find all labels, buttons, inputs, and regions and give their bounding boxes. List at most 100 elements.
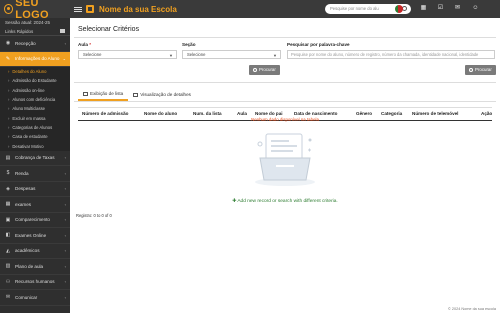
lesson-plan-icon: ▥ bbox=[5, 263, 11, 270]
income-icon: $ bbox=[6, 170, 10, 177]
submenu-item[interactable]: Categorias de Alunos bbox=[0, 123, 70, 132]
column-header[interactable]: Número de admissão bbox=[82, 111, 128, 116]
submenu-item[interactable]: Admissão do Estudante bbox=[0, 76, 70, 85]
school-name: Nome da sua Escola bbox=[99, 4, 177, 14]
logo-text: SEU LOGO bbox=[15, 0, 49, 21]
currency-selector[interactable]: USD bbox=[378, 0, 388, 18]
column-header[interactable]: Categoria bbox=[381, 111, 402, 116]
submenu-item[interactable]: Alunos com deficiência bbox=[0, 95, 70, 104]
sidebar-item-academics[interactable]: ◭ acadêmicos ‹ bbox=[0, 244, 70, 260]
exam-icon: ▦ bbox=[5, 201, 11, 208]
section-select[interactable]: Selecione ▼ bbox=[182, 50, 281, 59]
column-header[interactable]: Aula bbox=[237, 111, 247, 116]
chevron-left-icon: ‹ bbox=[64, 232, 66, 238]
quick-links-icon[interactable] bbox=[60, 29, 65, 33]
submenu-item[interactable]: Aluno Multiclasse bbox=[0, 104, 70, 113]
class-select[interactable]: Selecione ▼ bbox=[78, 50, 177, 59]
global-search-placeholder: Pesquise por nome do alu bbox=[330, 6, 379, 11]
submenu-item[interactable]: Desativar Motivo bbox=[0, 141, 70, 150]
expense-icon: ◈ bbox=[6, 185, 10, 192]
empty-state-illustration-icon bbox=[255, 133, 315, 186]
tab-list-view[interactable]: Exibição de lista bbox=[78, 89, 129, 101]
reception-icon: ◉ bbox=[5, 40, 11, 47]
footer-copyright: © 2024 Nome da sua escola bbox=[448, 307, 496, 311]
column-header[interactable]: Número de telemóvel bbox=[412, 111, 458, 116]
column-header[interactable]: Data de nascimento bbox=[294, 111, 337, 116]
sidebar-item-student-info[interactable]: ✎ Informações do Aluno ⌄ bbox=[0, 51, 70, 67]
search-by-class-button[interactable]: Procurar bbox=[249, 65, 280, 75]
chevron-left-icon: ‹ bbox=[64, 170, 66, 176]
sidebar-item-human-resources[interactable]: ⚇ Recursos humanos ‹ bbox=[0, 275, 70, 291]
search-icon bbox=[253, 67, 257, 72]
details-icon bbox=[133, 93, 139, 97]
divider bbox=[74, 82, 496, 83]
tab-details-view[interactable]: Visualização de detalhes bbox=[128, 89, 196, 101]
tab-label: Visualização de detalhes bbox=[140, 92, 191, 97]
sidebar-item-reception[interactable]: ◉ Recepção ‹ bbox=[0, 36, 70, 52]
submenu-item[interactable]: Detalhes do Aluno bbox=[0, 67, 70, 76]
sidebar: SEU LOGO Sessão atual: 2024-25 Links Ráp… bbox=[0, 0, 70, 313]
sidebar-item-label: exames bbox=[15, 201, 32, 207]
sidebar-item-lesson-plan[interactable]: ▥ Plano de aula ‹ bbox=[0, 259, 70, 275]
add-new-record-link[interactable]: ✚ Add new record or search with differen… bbox=[70, 199, 500, 204]
sidebar-item-communicate[interactable]: ✉ Comunicar ‹ bbox=[0, 290, 70, 306]
chevron-left-icon: ‹ bbox=[64, 155, 66, 161]
keyword-label: Pesquisar por palavra-chave bbox=[287, 42, 350, 47]
sidebar-item-income[interactable]: $ Renda ‹ bbox=[0, 166, 70, 182]
list-icon bbox=[83, 92, 88, 96]
calendar-icon[interactable]: ▦ bbox=[420, 5, 427, 12]
search-icon bbox=[469, 67, 473, 72]
divider bbox=[74, 101, 496, 102]
checklist-icon[interactable]: ☑ bbox=[437, 5, 444, 12]
tab-label: Exibição de lista bbox=[90, 91, 124, 96]
user-icon[interactable]: ☺ bbox=[472, 5, 479, 12]
column-header[interactable]: Ação bbox=[481, 111, 492, 116]
column-header[interactable]: Nome do pai bbox=[255, 111, 283, 116]
sidebar-item-label: Exames Online bbox=[15, 232, 47, 238]
student-icon: ✎ bbox=[5, 55, 11, 62]
chevron-left-icon: ‹ bbox=[64, 201, 66, 207]
school-icon bbox=[86, 5, 94, 13]
language-flag-icon[interactable] bbox=[395, 5, 403, 13]
sidebar-item-exams[interactable]: ▦ exames ‹ bbox=[0, 197, 70, 213]
column-header[interactable]: Gênero bbox=[356, 111, 372, 116]
chevron-left-icon: ‹ bbox=[64, 263, 66, 269]
sidebar-item-label: Cobrança de Taxas bbox=[15, 155, 55, 161]
sidebar-item-online-exams[interactable]: ◧ Exames Online ‹ bbox=[0, 228, 70, 244]
keyword-search-input[interactable]: Pesquise por nome do aluno, número de re… bbox=[287, 50, 495, 59]
submenu-item[interactable]: Admissão on-line bbox=[0, 86, 70, 95]
column-header[interactable]: Num. da lista bbox=[193, 111, 222, 116]
records-count: Registro: 0 to 0 of 0 bbox=[76, 213, 112, 218]
search-button-label: Procurar bbox=[259, 67, 276, 72]
submenu-item[interactable]: Casa de estudante bbox=[0, 132, 70, 141]
column-header[interactable]: Nome do aluno bbox=[144, 111, 177, 116]
class-select-value: Selecione bbox=[83, 52, 102, 57]
online-exam-icon: ◧ bbox=[5, 232, 11, 239]
chevron-left-icon: ‹ bbox=[64, 248, 66, 254]
search-by-keyword-button[interactable]: Procurar bbox=[465, 65, 496, 75]
hr-icon: ⚇ bbox=[5, 278, 11, 285]
chevron-left-icon: ‹ bbox=[64, 40, 66, 46]
add-new-record-text: Add new record or search with different … bbox=[237, 199, 338, 204]
chevron-left-icon: ‹ bbox=[64, 217, 66, 223]
chevron-left-icon: ‹ bbox=[64, 186, 66, 192]
sidebar-item-label: Recursos humanos bbox=[15, 279, 55, 285]
quick-links[interactable]: Links Rápidos bbox=[0, 27, 70, 36]
logo[interactable]: SEU LOGO bbox=[0, 0, 70, 21]
sidebar-item-label: acadêmicos bbox=[15, 248, 40, 254]
sidebar-item-label: Despesas bbox=[15, 186, 36, 192]
communicate-icon: ✉ bbox=[5, 294, 11, 301]
sidebar-item-label: Comparecimento bbox=[15, 217, 50, 223]
chat-icon[interactable]: ✉ bbox=[454, 5, 461, 12]
sidebar-item-label: Informações do Aluno bbox=[15, 56, 60, 62]
chevron-down-icon: ▼ bbox=[169, 53, 173, 58]
submenu-item[interactable]: Excluir em massa bbox=[0, 113, 70, 122]
menu-toggle-icon[interactable] bbox=[74, 6, 82, 12]
sidebar-item-attendance[interactable]: ▣ Comparecimento ‹ bbox=[0, 213, 70, 229]
divider bbox=[74, 37, 496, 38]
sidebar-item-label: Recepção bbox=[15, 40, 36, 46]
page-title: Selecionar Critérios bbox=[78, 26, 140, 33]
academic-icon: ◭ bbox=[6, 247, 10, 254]
sidebar-item-expenses[interactable]: ◈ Despesas ‹ bbox=[0, 182, 70, 198]
sidebar-item-fees[interactable]: ▤ Cobrança de Taxas ‹ bbox=[0, 151, 70, 167]
